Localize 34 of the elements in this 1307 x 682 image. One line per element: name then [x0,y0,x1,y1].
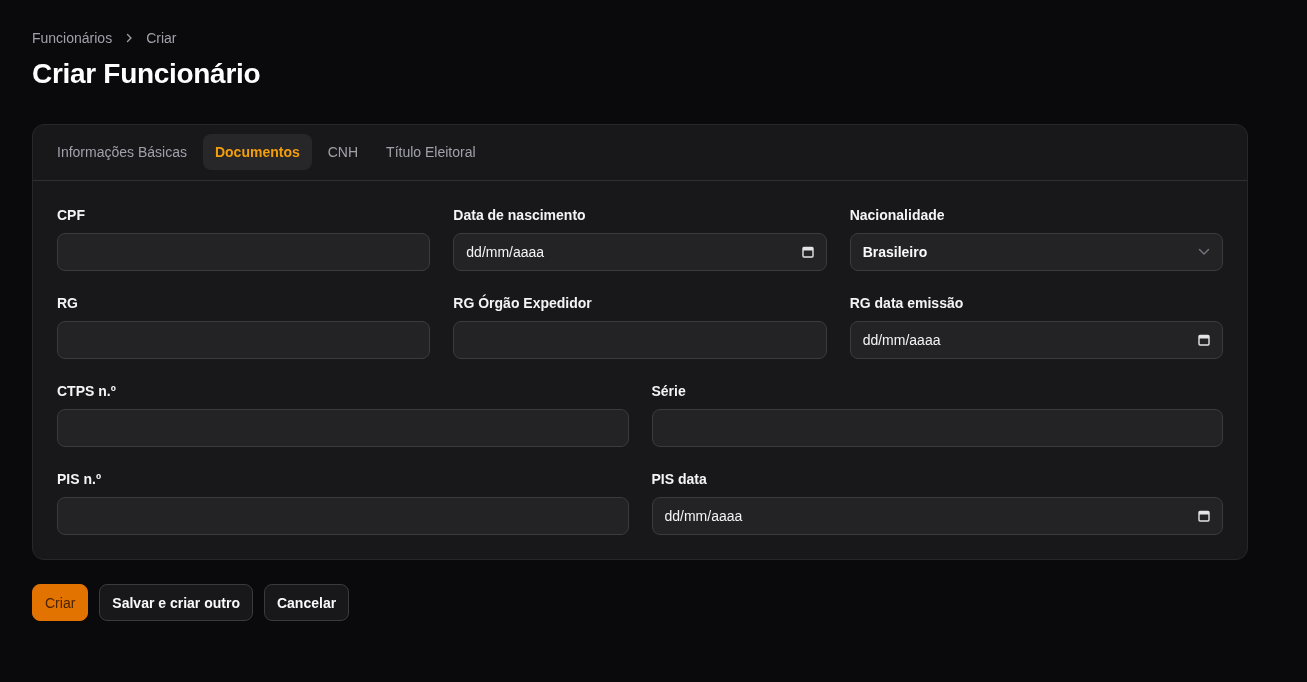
tab[interactable]: CNH [315,134,371,170]
field-label: RG Órgão Expedidor [453,293,592,313]
breadcrumb-link[interactable]: Criar [146,30,177,46]
input-field[interactable] [57,233,431,271]
date-field[interactable]: dd/mm/aaaa [651,497,1223,535]
calendar-icon [1198,510,1210,522]
date-field[interactable]: dd/mm/aaaa [849,321,1223,359]
page-title: Criar Funcionário [32,57,261,91]
tab[interactable]: Informações Básicas [45,134,199,170]
field-label: Nacionalidade [849,206,945,225]
input-field[interactable] [453,321,827,359]
input-field[interactable] [57,497,629,535]
calendar-icon [801,246,814,258]
breadcrumb-link[interactable]: Funcionários [32,30,113,46]
field-label: PIS data [651,470,707,489]
tab[interactable]: Título Eleitoral [374,134,488,170]
create-button[interactable]: Criar [32,584,89,621]
field-label: CPF [57,206,85,225]
input-field[interactable] [57,409,629,447]
field-label: RG data emissão [849,294,964,313]
date-field[interactable]: dd/mm/aaaa [453,233,827,271]
field-label: CTPS n.º [57,382,116,401]
calendar-icon [1198,334,1210,346]
field-label: Série [651,382,686,401]
field-label: RG [57,294,78,313]
action-button[interactable]: Cancelar [263,584,350,621]
tab[interactable]: Documentos [202,134,312,170]
input-field[interactable] [57,321,431,359]
field-label: Data de nascimento [453,206,586,225]
field-label: PIS n.º [57,470,101,489]
action-button[interactable]: Salvar e criar outro [99,584,253,621]
input-field[interactable] [651,409,1223,447]
chevron-down-icon [1198,248,1210,256]
select-field[interactable]: Brasileiro [849,233,1223,271]
